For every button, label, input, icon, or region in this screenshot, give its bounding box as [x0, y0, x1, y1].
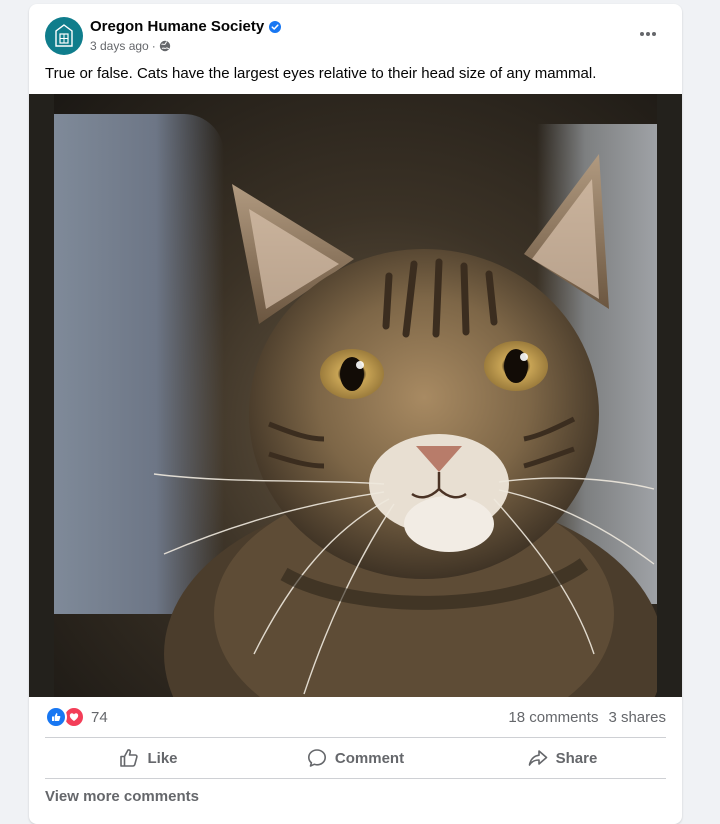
more-horizontal-icon — [640, 32, 656, 36]
engagement-stats: 18 comments 3 shares — [508, 709, 666, 726]
share-button[interactable]: Share — [459, 739, 666, 777]
cat-photo — [54, 94, 657, 697]
like-button[interactable]: Like — [45, 739, 252, 777]
page-background — [0, 0, 18, 800]
divider — [45, 737, 666, 738]
share-arrow-icon — [528, 750, 547, 766]
avatar[interactable] — [45, 17, 83, 55]
shares-count-link[interactable]: 3 shares — [608, 709, 666, 726]
post-text: True or false. Cats have the largest eye… — [45, 65, 597, 82]
divider — [45, 778, 666, 779]
more-options-button[interactable] — [630, 20, 666, 48]
meta-separator: · — [151, 39, 156, 53]
verified-badge-icon — [269, 20, 282, 33]
post-card: Oregon Humane Society 3 days ago · True … — [29, 4, 682, 824]
post-header: Oregon Humane Society 3 days ago · — [29, 4, 682, 62]
like-label: Like — [147, 749, 178, 767]
post-timestamp[interactable]: 3 days ago — [90, 39, 149, 53]
post-photo[interactable] — [29, 94, 682, 697]
globe-icon[interactable] — [159, 40, 171, 52]
comment-button[interactable]: Comment — [252, 739, 459, 777]
comments-count-link[interactable]: 18 comments — [508, 709, 598, 726]
post-actions: Like Comment Share — [45, 739, 666, 777]
comment-bubble-icon — [307, 749, 326, 767]
page-name[interactable]: Oregon Humane Society — [90, 18, 264, 35]
post-meta: 3 days ago · — [90, 39, 171, 53]
organization-logo-icon — [55, 24, 73, 47]
page-name-row: Oregon Humane Society — [90, 18, 282, 35]
share-label: Share — [555, 749, 598, 767]
engagement-bar: 74 18 comments 3 shares — [45, 704, 666, 730]
comment-label: Comment — [334, 749, 405, 767]
thumbs-up-icon — [120, 749, 139, 767]
like-reaction-icon — [45, 706, 67, 728]
tabby-cat-illustration — [153, 154, 657, 697]
view-more-comments-link[interactable]: View more comments — [45, 788, 199, 805]
reaction-count: 74 — [91, 708, 108, 726]
reactions-summary[interactable]: 74 — [45, 706, 108, 728]
